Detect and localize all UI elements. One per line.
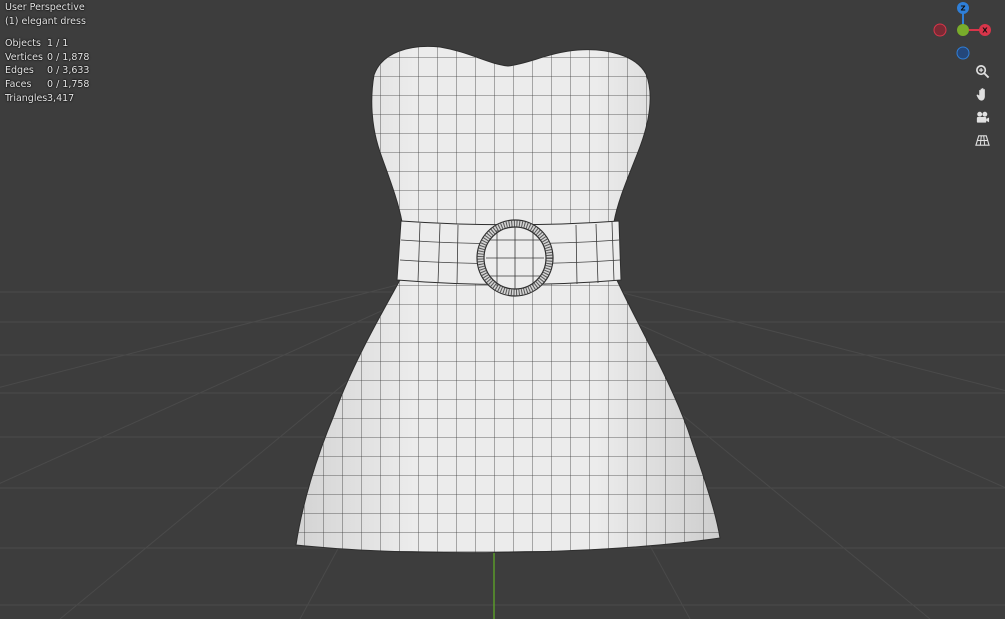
3d-viewport[interactable]: Z X: [0, 0, 1005, 619]
stat-label: Objects: [5, 38, 41, 50]
belt-buckle: [476, 219, 554, 297]
stat-value: 3,417: [47, 92, 75, 104]
stat-vertices: Vertices 0 / 1,878: [5, 51, 89, 65]
stat-value: 0 / 1,758: [47, 78, 90, 90]
ortho-toggle-button[interactable]: [971, 129, 993, 151]
grid-icon: [974, 134, 990, 146]
stat-label: Vertices: [5, 51, 43, 63]
active-object-label: (1) elegant dress: [5, 15, 86, 27]
dress-mesh[interactable]: [280, 40, 730, 560]
neg-z-axis-handle[interactable]: [956, 46, 970, 60]
stat-value: 0 / 1,878: [47, 51, 90, 63]
z-axis-label: Z: [960, 5, 965, 13]
camera-icon: [976, 111, 989, 123]
stat-label: Triangles: [5, 92, 48, 104]
neg-x-axis-handle[interactable]: [933, 23, 947, 37]
stat-label: Edges: [5, 65, 34, 77]
stat-label: Faces: [5, 78, 32, 90]
stat-edges: Edges 0 / 3,633: [5, 64, 89, 78]
y-axis-handle[interactable]: [957, 24, 969, 36]
zoom-icon: [975, 64, 989, 78]
pan-button[interactable]: [971, 83, 993, 105]
x-axis-label: X: [982, 27, 988, 35]
stat-triangles: Triangles 3,417: [5, 92, 89, 106]
stat-value: 0 / 3,633: [47, 65, 90, 77]
camera-view-button[interactable]: [971, 106, 993, 128]
stat-faces: Faces 0 / 1,758: [5, 78, 89, 92]
stat-objects: Objects 1 / 1: [5, 37, 89, 51]
viewport-info-overlay: User Perspective (1) elegant dress Objec…: [5, 1, 89, 105]
zoom-button[interactable]: [971, 60, 993, 82]
hand-icon: [976, 87, 985, 101]
stat-value: 1 / 1: [47, 38, 69, 50]
view-mode-label: User Perspective: [5, 2, 85, 13]
navigation-gizmo[interactable]: Z X: [933, 2, 991, 60]
